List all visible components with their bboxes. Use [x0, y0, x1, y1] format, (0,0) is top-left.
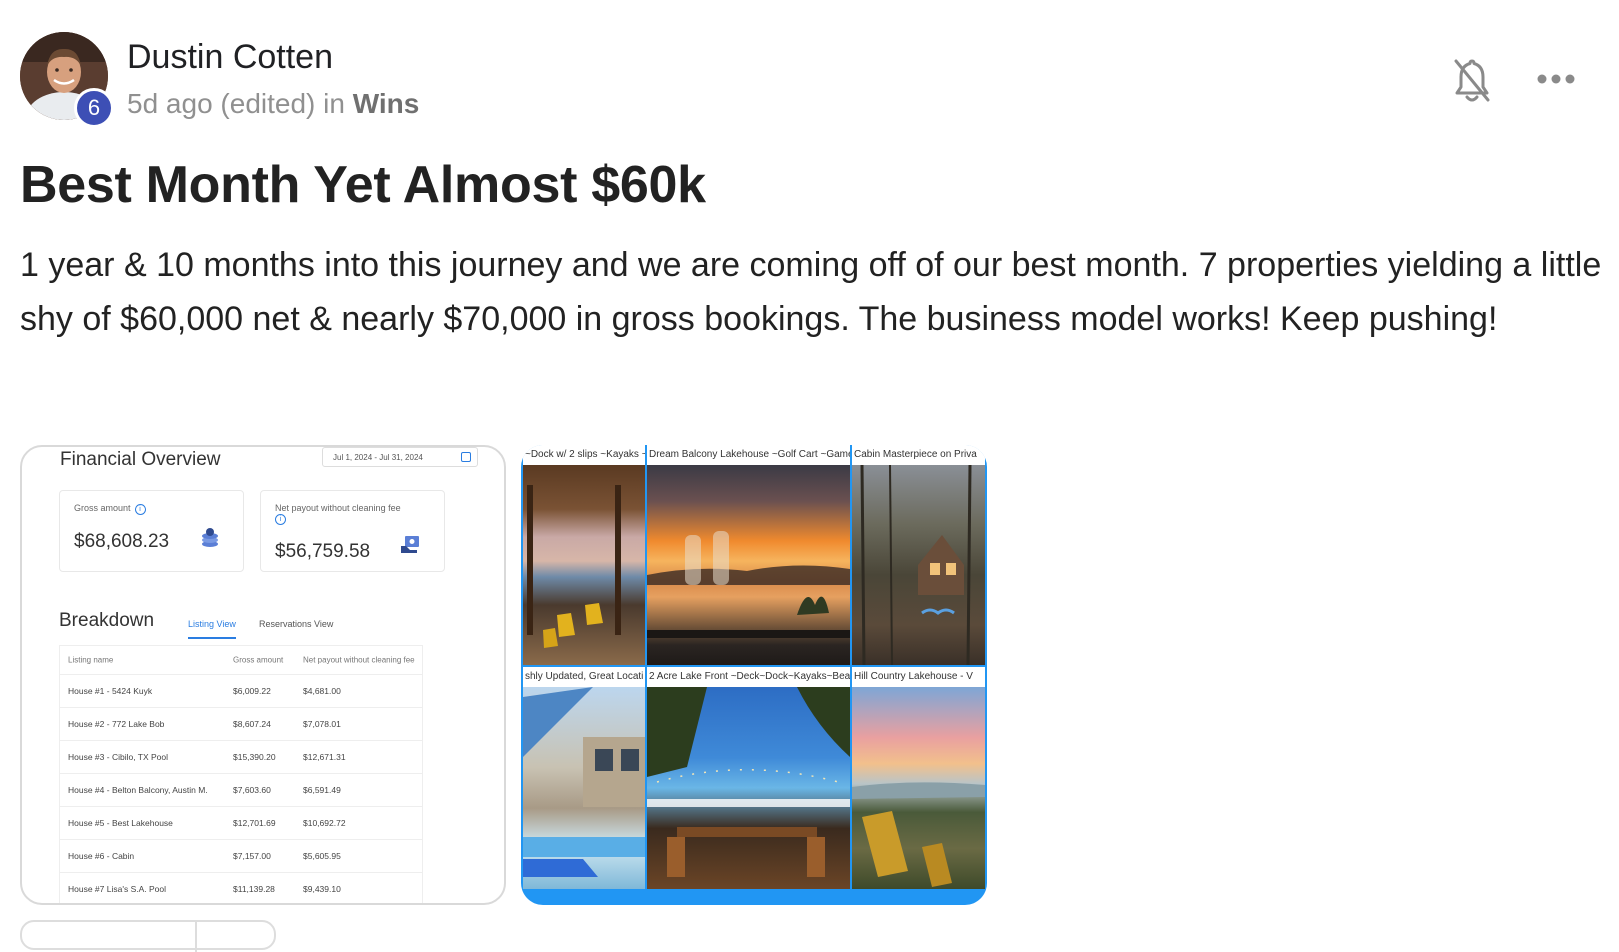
- attachment-property-photos[interactable]: ~Dock w/ 2 slips ~Kayaks ~ Dream Balcony…: [521, 445, 987, 905]
- col-gross-amount: Gross amount: [233, 655, 284, 665]
- photo-caption: 2 Acre Lake Front ~Deck~Dock~Kayaks~Beac…: [647, 667, 850, 687]
- calendar-icon: [461, 452, 471, 462]
- photo-image: [647, 687, 850, 889]
- photo-caption: Hill Country Lakehouse - V: [852, 667, 985, 687]
- table-row: House #1 - 5424 Kuyk $6,009.22 $4,681.00: [60, 675, 422, 708]
- table-header: Listing name Gross amount Net payout wit…: [60, 646, 422, 675]
- table-row: House #2 - 772 Lake Bob $8,607.24 $7,078.0…: [60, 708, 422, 741]
- photo-tile: Cabin Masterpiece on Priva: [852, 445, 985, 665]
- date-range-text: Jul 1, 2024 - Jul 31, 2024: [333, 453, 423, 462]
- photo-caption: shly Updated, Great Locati: [523, 667, 645, 687]
- post-body: 1 year & 10 months into this journey and…: [20, 246, 1602, 338]
- photo-image: [523, 465, 645, 665]
- coins-icon: [202, 528, 218, 547]
- post-time: 5d ago (edited): [127, 88, 316, 119]
- more-horizontal-icon[interactable]: [1534, 64, 1578, 94]
- photo-image: [523, 687, 645, 889]
- table-row: House #6 - Cabin $7,157.00 $5,605.95: [60, 840, 422, 873]
- photo-caption: Cabin Masterpiece on Priva: [852, 445, 985, 465]
- financial-overview-title: Financial Overview: [60, 449, 221, 470]
- net-payout-card: Net payout without cleaning fee i $56,759…: [260, 490, 445, 572]
- tab-reservations-view: Reservations View: [259, 619, 334, 629]
- meta-in-word: in: [323, 88, 345, 119]
- info-icon: i: [275, 514, 286, 525]
- photo-tile: Hill Country Lakehouse - V: [852, 667, 985, 889]
- photo-tile: Dream Balcony Lakehouse ~Golf Cart ~Game…: [647, 445, 850, 665]
- net-payout-label: Net payout without cleaning fee i: [275, 503, 401, 525]
- gross-amount-card: Gross amount i $68,608.23: [59, 490, 244, 572]
- photo-image: [852, 687, 985, 889]
- reaction-bar[interactable]: [20, 920, 276, 952]
- date-range-picker: Jul 1, 2024 - Jul 31, 2024: [322, 447, 478, 467]
- photo-image: [852, 465, 985, 665]
- col-listing-name: Listing name: [68, 655, 114, 665]
- post-meta: 5d ago (edited) in Wins: [127, 88, 419, 120]
- table-row: House #3 - Cibilo, TX Pool $15,390.20 $12,…: [60, 741, 422, 774]
- photo-tile: ~Dock w/ 2 slips ~Kayaks ~: [523, 445, 645, 665]
- table-row: House #7 Lisa's S.A. Pool $11,139.28 $9,43…: [60, 873, 422, 903]
- photo-image: [647, 465, 850, 665]
- photo-tile: 2 Acre Lake Front ~Deck~Dock~Kayaks~Beac…: [647, 667, 850, 889]
- breakdown-title: Breakdown: [59, 610, 155, 631]
- post-card: 6 Dustin Cotten 5d ago (edited) in Wins …: [0, 0, 1619, 952]
- gross-amount-value: $68,608.23: [74, 531, 170, 552]
- cash-icon: [401, 536, 419, 553]
- col-net-payout: Net payout without cleaning fee: [303, 655, 415, 665]
- photo-caption: ~Dock w/ 2 slips ~Kayaks ~: [523, 445, 645, 465]
- attachment-financial-screenshot[interactable]: Financial Overview Jul 1, 2024 - Jul 31,…: [20, 445, 506, 905]
- reaction-bar-divider: [195, 922, 197, 952]
- bell-off-icon[interactable]: [1450, 56, 1494, 106]
- level-badge: 6: [74, 88, 114, 128]
- author-name[interactable]: Dustin Cotten: [127, 38, 333, 77]
- table-row: House #5 - Best Lakehouse $12,701.69 $10,6…: [60, 807, 422, 840]
- tab-listing-view: Listing View: [188, 619, 236, 639]
- author-avatar-wrap[interactable]: 6: [20, 32, 114, 128]
- breakdown-table: Listing name Gross amount Net payout wit…: [59, 645, 423, 903]
- photo-tile: shly Updated, Great Locati: [523, 667, 645, 889]
- table-row: House #4 - Belton Balcony, Austin M. $7,6…: [60, 774, 422, 807]
- category-link[interactable]: Wins: [353, 88, 420, 119]
- post-title: Best Month Yet Almost $60k: [20, 156, 706, 214]
- info-icon: i: [134, 504, 146, 515]
- photo-caption: Dream Balcony Lakehouse ~Golf Cart ~Game…: [647, 445, 850, 465]
- net-payout-value: $56,759.58: [275, 541, 371, 562]
- gross-amount-label: Gross amount i: [74, 503, 146, 515]
